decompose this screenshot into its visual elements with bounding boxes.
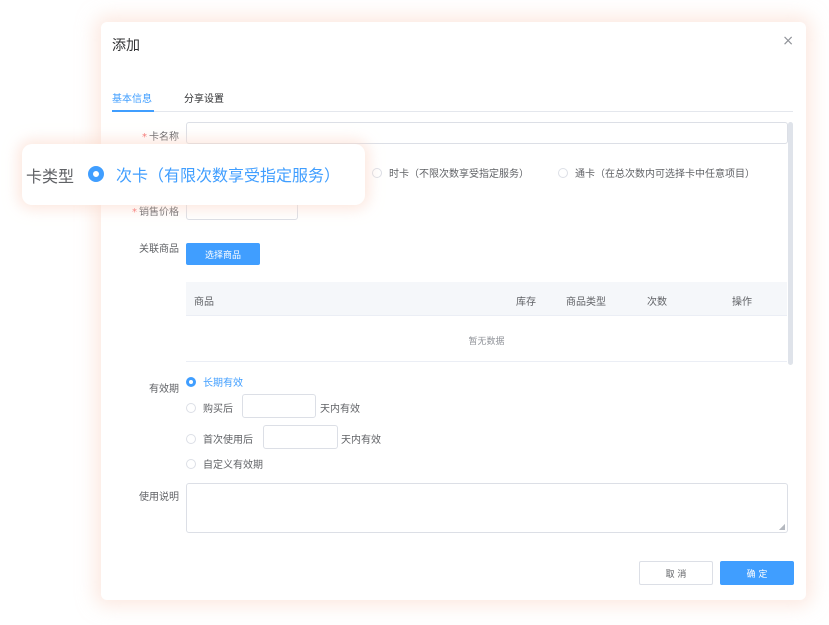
table-empty-text: 暂无数据 <box>468 337 505 347</box>
radio-label: 长期有效 <box>203 378 243 389</box>
radio-dot <box>186 458 196 469</box>
table-header: 商品 库存 商品类型 次数 操作 <box>186 282 787 316</box>
radio-dot <box>186 433 196 444</box>
required-mark: * <box>142 132 147 143</box>
radio-label: 首次使用后 <box>203 435 253 446</box>
tab-bar: 基本信息 分享设置 <box>112 90 793 112</box>
radio-dot <box>186 402 196 413</box>
days-after-first-use-input[interactable] <box>263 425 338 449</box>
resize-handle-icon[interactable]: ◢ <box>779 523 785 531</box>
dialog-title: 添加 <box>112 38 140 54</box>
card-type-label: 卡类型 <box>26 167 75 186</box>
form-scrollbar[interactable] <box>788 122 793 365</box>
sale-price-label-text: 销售价格 <box>139 207 179 218</box>
tab-basic-info[interactable]: 基本信息 <box>112 90 152 105</box>
usage-notes-textarea[interactable]: ◢ <box>186 483 788 533</box>
add-card-dialog: 添加 × 基本信息 分享设置 * 卡名称 时卡（不限次数享受指定服务） 通卡（在总… <box>101 22 806 600</box>
radio-label: 自定义有效期 <box>203 460 263 471</box>
card-type-option-time[interactable]: 时卡（不限次数享受指定服务） <box>372 165 529 180</box>
related-products-label: 关联商品 <box>139 244 179 255</box>
radio-dot <box>372 167 382 178</box>
column-header-type: 商品类型 <box>566 297 606 308</box>
validity-option-after-purchase[interactable]: 购买后 <box>186 400 233 415</box>
radio-label: 购买后 <box>203 404 233 415</box>
usage-notes-label: 使用说明 <box>139 492 179 503</box>
radio-label: 时卡（不限次数享受指定服务） <box>389 169 529 180</box>
select-products-button[interactable]: 选择商品 <box>186 243 260 265</box>
column-header-actions: 操作 <box>732 297 752 308</box>
validity-option-after-first-use[interactable]: 首次使用后 <box>186 431 253 446</box>
required-mark: * <box>132 207 137 218</box>
column-header-product: 商品 <box>194 297 214 308</box>
days-after-purchase-input[interactable] <box>242 394 316 418</box>
column-header-stock: 库存 <box>516 297 536 308</box>
radio-selected-icon[interactable] <box>88 166 104 182</box>
card-name-label: * 卡名称 <box>131 128 179 143</box>
close-icon[interactable]: × <box>782 33 794 49</box>
days-after-purchase-suffix: 天内有效 <box>320 404 360 415</box>
confirm-button[interactable]: 确 定 <box>720 561 794 585</box>
card-name-input[interactable] <box>186 122 788 144</box>
validity-option-permanent[interactable]: 长期有效 <box>186 374 243 389</box>
tab-share-settings[interactable]: 分享设置 <box>184 90 224 105</box>
validity-option-custom[interactable]: 自定义有效期 <box>186 456 263 471</box>
products-table: 商品 库存 商品类型 次数 操作 暂无数据 <box>186 282 787 362</box>
card-name-label-text: 卡名称 <box>149 132 179 143</box>
sale-price-label: * 销售价格 <box>125 203 179 218</box>
cancel-button[interactable]: 取 消 <box>639 561 713 585</box>
column-header-count: 次数 <box>647 297 667 308</box>
active-tab-indicator <box>112 110 154 112</box>
card-type-option-general[interactable]: 通卡（在总次数内可选择卡中任意项目） <box>558 165 755 180</box>
card-type-zoom-callout: 卡类型 次卡（有限次数享受指定服务） <box>22 144 365 205</box>
validity-label: 有效期 <box>149 384 179 395</box>
days-after-first-use-suffix: 天内有效 <box>341 435 381 446</box>
card-type-option-count[interactable]: 次卡（有限次数享受指定服务） <box>116 162 340 186</box>
radio-label: 通卡（在总次数内可选择卡中任意项目） <box>575 169 755 180</box>
radio-dot <box>558 167 568 178</box>
radio-dot <box>186 376 196 387</box>
